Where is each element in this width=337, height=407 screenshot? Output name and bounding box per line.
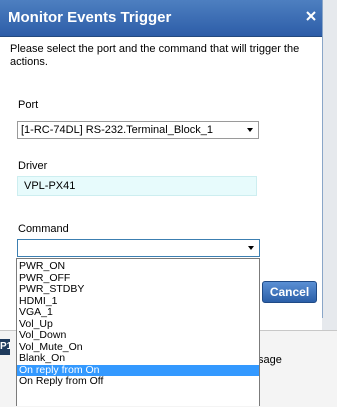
- dialog-titlebar: Monitor Events Trigger: [0, 0, 322, 37]
- chevron-down-icon: [247, 128, 253, 132]
- command-option[interactable]: On reply from On: [17, 364, 259, 376]
- driver-field: VPL-PX41: [17, 176, 257, 196]
- command-select[interactable]: [17, 239, 260, 257]
- command-option[interactable]: PWR_OFF: [17, 272, 259, 284]
- command-option[interactable]: On Reply from Off: [17, 376, 259, 387]
- port-label: Port: [18, 99, 39, 111]
- dialog-title: Monitor Events Trigger: [8, 9, 172, 26]
- chevron-down-icon: [248, 246, 254, 250]
- command-option[interactable]: PWR_STDBY: [17, 284, 259, 295]
- dialog-instructions: Please select the port and the command t…: [10, 43, 300, 68]
- command-option[interactable]: HDMI_1: [17, 295, 259, 307]
- driver-label: Driver: [18, 160, 48, 172]
- background-tab-label: P1: [0, 339, 10, 355]
- close-icon[interactable]: [305, 10, 317, 22]
- port-select[interactable]: [1-RC-74DL] RS-232.Terminal_Block_1: [17, 121, 259, 139]
- command-option[interactable]: Vol_Up: [17, 318, 259, 330]
- cancel-button[interactable]: Cancel: [262, 281, 317, 303]
- command-option[interactable]: Blank_On: [17, 353, 259, 364]
- driver-value: VPL-PX41: [24, 180, 76, 192]
- command-option[interactable]: VGA_1: [17, 307, 259, 318]
- port-select-value: [1-RC-74DL] RS-232.Terminal_Block_1: [21, 124, 213, 136]
- background-message-text: sage: [258, 354, 282, 366]
- command-option[interactable]: Vol_Down: [17, 330, 259, 341]
- command-dropdown-list[interactable]: PWR_ON PWR_OFF PWR_STDBY HDMI_1 VGA_1 Vol_Up V…: [16, 258, 260, 406]
- command-label: Command: [18, 223, 69, 235]
- command-option[interactable]: PWR_ON: [17, 261, 259, 272]
- command-option[interactable]: Vol_Mute_On: [17, 341, 259, 353]
